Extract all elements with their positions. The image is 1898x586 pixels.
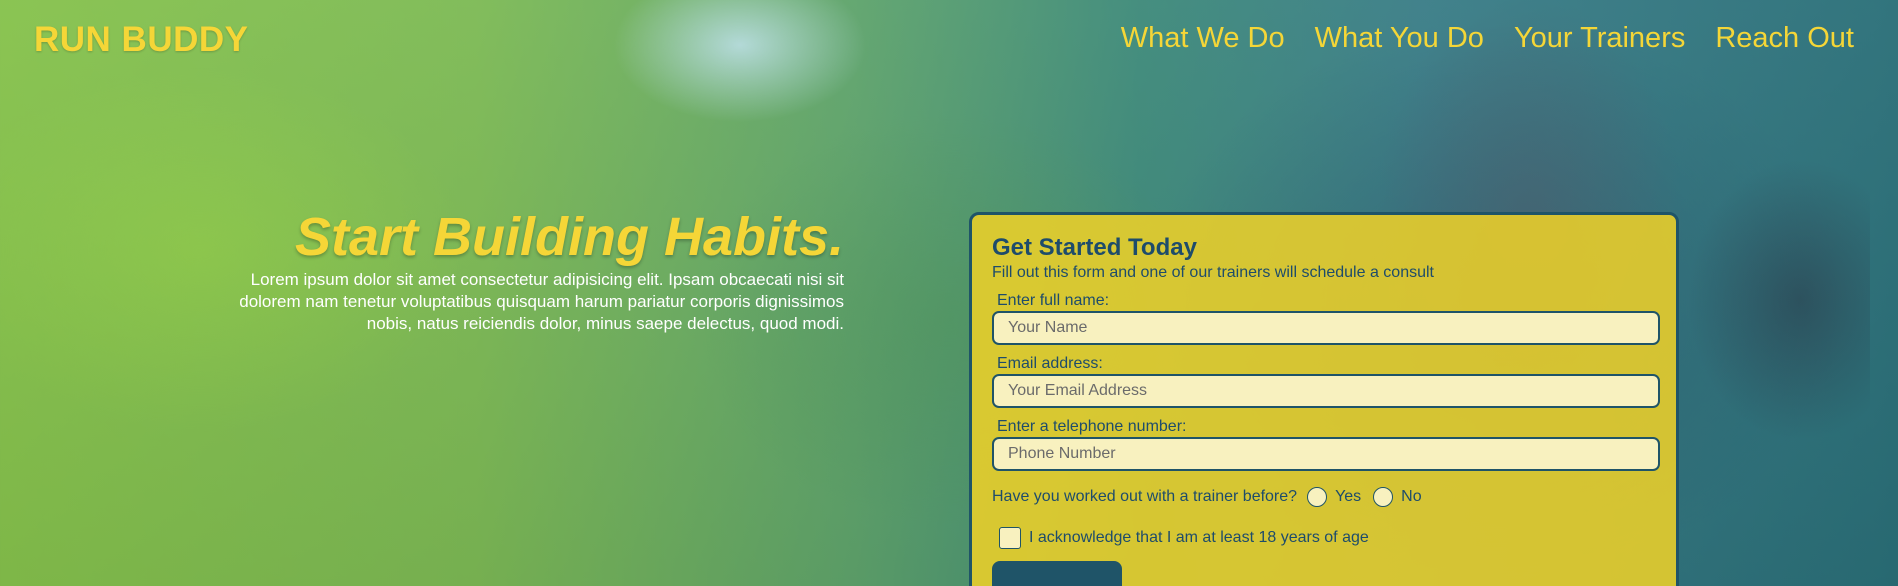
name-label: Enter full name: bbox=[997, 292, 1110, 310]
email-label: Email address: bbox=[997, 355, 1103, 373]
trainer-question-label: Have you worked out with a trainer befor… bbox=[992, 488, 1298, 506]
nav-link-your-trainers[interactable]: Your Trainers bbox=[1514, 22, 1685, 55]
form-subtitle: Fill out this form and one of our traine… bbox=[992, 264, 1434, 282]
site-logo[interactable]: RUN BUDDY bbox=[34, 20, 249, 60]
signup-form: Get Started Today Fill out this form and… bbox=[969, 212, 1679, 586]
nav-link-what-you-do[interactable]: What You Do bbox=[1315, 22, 1484, 55]
hero-title: Start Building Habits. bbox=[294, 207, 844, 267]
phone-field-group: Enter a telephone number: bbox=[992, 418, 1660, 472]
name-input[interactable] bbox=[992, 311, 1660, 346]
main-nav: What We Do What You Do Your Trainers Rea… bbox=[1121, 22, 1854, 55]
age-ack-checkbox[interactable] bbox=[999, 527, 1021, 550]
form-title: Get Started Today bbox=[992, 234, 1197, 261]
phone-input[interactable] bbox=[992, 437, 1660, 472]
nav-link-what-we-do[interactable]: What We Do bbox=[1121, 22, 1285, 55]
submit-button[interactable] bbox=[992, 561, 1122, 586]
hero-text: Lorem ipsum dolor sit amet consectetur a… bbox=[239, 270, 844, 334]
age-ack-row: I acknowledge that I am at least 18 year… bbox=[992, 527, 1656, 550]
trainer-no-radio[interactable] bbox=[1373, 487, 1394, 508]
trainer-yes-radio[interactable] bbox=[1307, 487, 1328, 508]
hero-section: Start Building Habits. Lorem ipsum dolor… bbox=[230, 207, 844, 335]
trainer-yes-label: Yes bbox=[1335, 488, 1362, 506]
phone-label: Enter a telephone number: bbox=[997, 418, 1187, 436]
email-field-group: Email address: bbox=[992, 355, 1660, 409]
nav-link-reach-out[interactable]: Reach Out bbox=[1715, 22, 1854, 55]
email-input[interactable] bbox=[992, 374, 1660, 409]
trainer-question-row: Have you worked out with a trainer befor… bbox=[992, 487, 1656, 508]
age-ack-label: I acknowledge that I am at least 18 year… bbox=[1029, 529, 1369, 547]
trainer-no-label: No bbox=[1401, 488, 1422, 506]
site-header: RUN BUDDY What We Do What You Do Your Tr… bbox=[0, 0, 1898, 80]
name-field-group: Enter full name: bbox=[992, 292, 1660, 346]
